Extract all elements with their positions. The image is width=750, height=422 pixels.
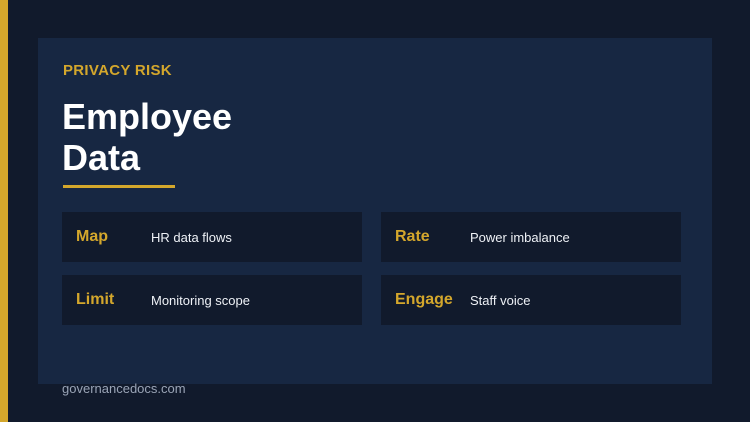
title-underline [63,185,175,188]
title-line-2: Data [62,137,141,178]
left-accent-bar [0,0,8,422]
action-grid: Map HR data flows Rate Power imbalance L… [62,212,682,325]
slide: PRIVACY RISK Employee Data Map HR data f… [0,0,750,422]
tile-description: HR data flows [151,229,232,245]
tile-key: Map [76,228,108,245]
tile-map: Map HR data flows [62,212,362,262]
tile-description: Staff voice [470,292,531,308]
tile-key: Engage [395,291,453,308]
tile-key: Rate [395,228,430,245]
content-card: PRIVACY RISK Employee Data Map HR data f… [38,38,712,384]
tile-limit: Limit Monitoring scope [62,275,362,325]
tile-description: Monitoring scope [151,292,250,308]
tile-description: Power imbalance [470,229,570,245]
tile-engage: Engage Staff voice [381,275,681,325]
title-line-1: Employee [62,96,233,137]
slide-title: Employee Data [62,96,322,178]
tile-rate: Rate Power imbalance [381,212,681,262]
tile-key: Limit [76,291,115,308]
footer-domain: governancedocs.com [62,381,186,396]
eyebrow-label: PRIVACY RISK [63,62,172,79]
